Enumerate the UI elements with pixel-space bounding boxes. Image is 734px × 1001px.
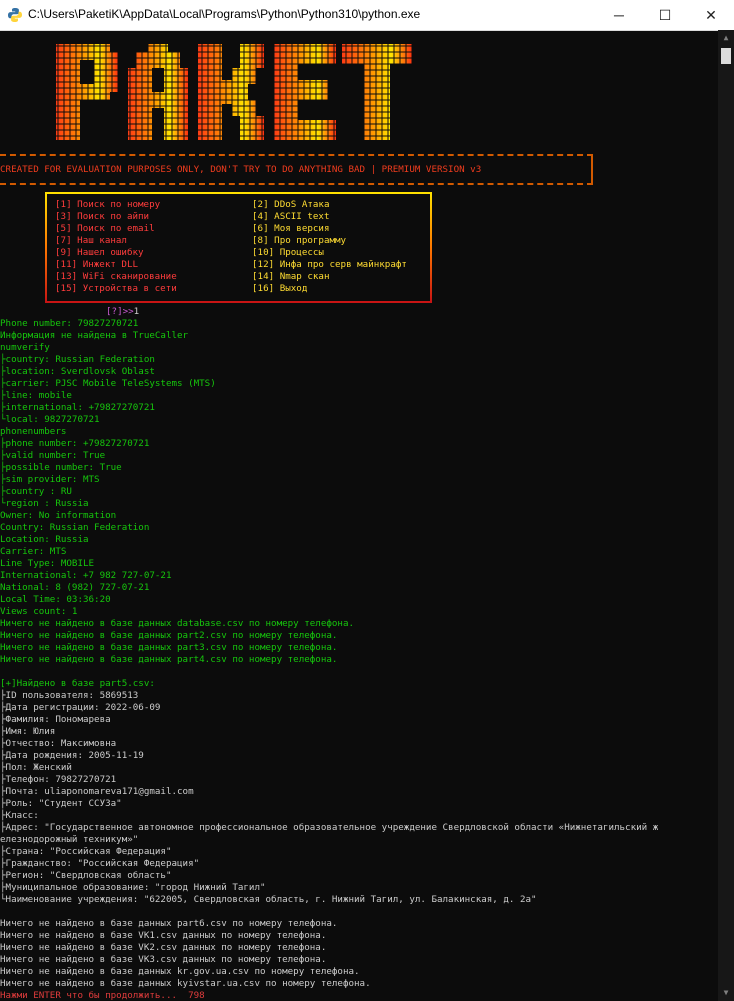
scroll-thumb[interactable] [721, 48, 731, 64]
record-field: ├Страна: "Российская Федерация" [0, 846, 172, 857]
output-line: Ничего не найдено в базе данных part6.cs… [0, 918, 338, 929]
record-field: ├Дата регистрации: 2022-06-09 [0, 702, 161, 713]
output-line: Ничего не найдено в базе данных part3.cs… [0, 642, 338, 653]
output-line: ├possible number: True [0, 462, 122, 473]
output-line: ├line: mobile [0, 390, 72, 401]
output-line: ├valid number: True [0, 450, 106, 461]
record-field: ├Дата рождения: 2005-11-19 [0, 750, 144, 761]
main-menu: [1] Поиск по номеру [3] Поиск по айпи [5… [45, 192, 432, 303]
output-line: Ничего не найдено в базе данных part2.cs… [0, 630, 338, 641]
title-bar[interactable]: C:\Users\PaketiK\AppData\Local\Programs\… [0, 0, 734, 31]
output-line: Country: Russian Federation [0, 522, 150, 533]
menu-item-15: [15] Устройства в сети [55, 283, 177, 294]
output-line: ├phone number: +79827270721 [0, 438, 150, 449]
output-line: Ничего не найдено в базе VK2.csv данных … [0, 942, 327, 953]
record-field: ├Отчество: Максимовна [0, 738, 117, 749]
menu-item-7: [7] Наш канал [55, 235, 127, 246]
menu-item-3: [3] Поиск по айпи [55, 211, 150, 222]
record-field: └Наименование учреждения: "622005, Сверд… [0, 894, 537, 905]
minimize-button[interactable]: ─ [596, 0, 642, 30]
python-icon [8, 8, 22, 22]
record-field: ├ID пользователя: 5869513 [0, 690, 139, 701]
maximize-button[interactable]: ☐ [642, 0, 688, 30]
output-line: Ничего не найдено в базе VK1.csv данных … [0, 930, 327, 941]
console-output: Phone number: 79827270721 Информация не н… [0, 318, 718, 1001]
console-area[interactable]: CREATED FOR EVALUATION PURPOSES ONLY, DO… [0, 30, 718, 1001]
output-line: Ничего не найдено в базе данных kyivstar… [0, 978, 371, 989]
banner-frame: CREATED FOR EVALUATION PURPOSES ONLY, DO… [0, 154, 593, 185]
output-line: Location: Russia [0, 534, 89, 545]
menu-item-2: [2] DDoS Атака [252, 199, 330, 210]
output-line: National: 8 (982) 727-07-21 [0, 582, 150, 593]
vertical-scrollbar[interactable]: ▲ ▼ [718, 30, 734, 1001]
menu-item-12: [12] Инфа про серв майнкрафт [252, 259, 407, 270]
output-line: └region : Russia [0, 498, 89, 509]
output-line: Информация не найдена в TrueCaller [0, 330, 189, 341]
output-line: Ничего не найдено в базе VK3.csv данных … [0, 954, 327, 965]
output-line: ├sim provider: MTS [0, 474, 100, 485]
record-field: ├Регион: "Свердловская область" [0, 870, 172, 881]
menu-item-8: [8] Про программу [252, 235, 347, 246]
enter-prompt: Нажми ENTER что бы продолжить... 798 [0, 990, 205, 1001]
output-line: ├international: +79827270721 [0, 402, 155, 413]
menu-item-11: [11] Инжект DLL [55, 259, 139, 270]
record-field: ├Гражданство: "Российская Федерация" [0, 858, 200, 869]
banner-text: CREATED FOR EVALUATION PURPOSES ONLY, DO… [0, 164, 482, 175]
paket-logo [56, 44, 412, 140]
record-field: ├Почта: uliaponomareva171@gmail.com [0, 786, 194, 797]
output-line: ├carrier: PJSC Mobile TeleSystems (MTS) [0, 378, 216, 389]
output-line: Line Type: MOBILE [0, 558, 95, 569]
output-line: Phone number: 79827270721 [0, 318, 139, 329]
menu-item-14: [14] Nmap скан [252, 271, 330, 282]
output-line: ├location: Sverdlovsk Oblast [0, 366, 155, 377]
output-line: Local Time: 03:36:20 [0, 594, 111, 605]
window-title: C:\Users\PaketiK\AppData\Local\Programs\… [28, 7, 421, 21]
output-line: Ничего не найдено в базе данных database… [0, 618, 355, 629]
menu-item-16: [16] Выход [252, 283, 308, 294]
record-field: ├Муниципальное образование: "город Нижни… [0, 882, 266, 893]
record-field: ├Роль: "Студент ССУЗа" [0, 798, 122, 809]
menu-item-9: [9] Нашел ошибку [55, 247, 144, 258]
record-field: ├Класс: [0, 810, 39, 821]
menu-item-6: [6] Моя версия [252, 223, 330, 234]
record-field: ├Пол: Женский [0, 762, 72, 773]
record-field: ├Имя: Юлия [0, 726, 56, 737]
record-field: ├Фамилия: Пономарева [0, 714, 111, 725]
menu-item-13: [13] WiFi сканирование [55, 271, 177, 282]
output-line: Owner: No information [0, 510, 117, 521]
input-prompt[interactable]: [?]>>1 [106, 306, 139, 318]
output-line: ├country: Russian Federation [0, 354, 155, 365]
output-line: phonenumbers [0, 426, 67, 437]
menu-item-10: [10] Процессы [252, 247, 324, 258]
output-line: Views count: 1 [0, 606, 78, 617]
record-field: елезнодорожный техникум»" [0, 834, 139, 845]
found-header: [+]Найдено в базе part5.csv: [0, 678, 155, 689]
output-line: numverify [0, 342, 50, 353]
menu-item-5: [5] Поиск по email [55, 223, 155, 234]
record-field: ├Адрес: "Государственное автономное проф… [0, 822, 659, 833]
menu-item-1: [1] Поиск по номеру [55, 199, 161, 210]
output-line: International: +7 982 727-07-21 [0, 570, 172, 581]
record-field: ├Телефон: 79827270721 [0, 774, 117, 785]
output-line: └local: 9827270721 [0, 414, 100, 425]
output-line: ├country : RU [0, 486, 72, 497]
output-line: Ничего не найдено в базе данных part4.cs… [0, 654, 338, 665]
output-line: Ничего не найдено в базе данных kr.gov.u… [0, 966, 360, 977]
output-line: Carrier: MTS [0, 546, 67, 557]
scroll-down-arrow-icon[interactable]: ▼ [718, 985, 734, 1001]
close-button[interactable]: ✕ [688, 0, 734, 30]
scroll-up-arrow-icon[interactable]: ▲ [718, 30, 734, 46]
menu-item-4: [4] ASCII text [252, 211, 330, 222]
